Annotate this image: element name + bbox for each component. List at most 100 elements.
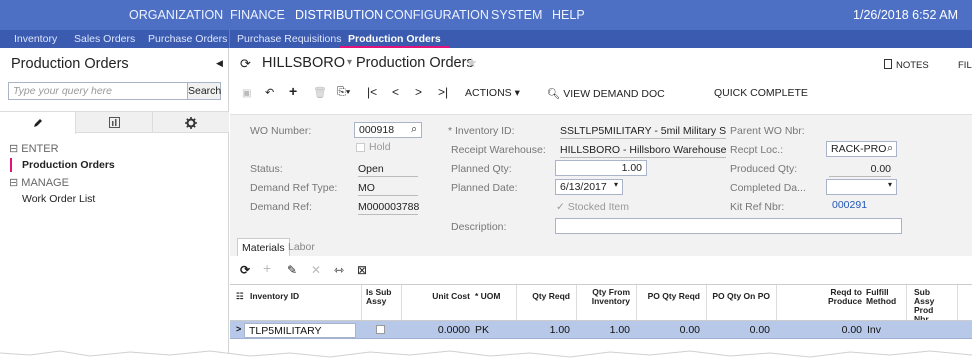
col-qty-reqd[interactable]: Qty Reqd (520, 292, 570, 301)
col-divider (906, 285, 907, 321)
row-unit-cost[interactable]: 0.0000 (426, 324, 470, 336)
col-sub-assy-prod-nbr[interactable]: Sub Assy Prod Nbr (914, 288, 950, 324)
undo-icon[interactable]: ↶ (265, 86, 274, 99)
subnav-purchase-orders[interactable]: Purchase Orders (148, 30, 227, 48)
wo-number-field[interactable]: 000918 ⌕ (354, 122, 422, 138)
nav-organization[interactable]: ORGANIZATION (129, 0, 223, 30)
recpt-loc-lookup-icon[interactable]: ⌕ (887, 142, 893, 155)
hold-checkbox[interactable] (356, 143, 365, 152)
receipt-warehouse-value[interactable]: HILLSBORO - Hillsboro Warehouse (560, 144, 726, 158)
delete-icon[interactable]: 🗑 (313, 86, 327, 99)
grid-refresh-icon[interactable]: ⟳ (240, 263, 250, 277)
table-row[interactable]: > TLP5MILITARY 0.0000 PK 1.00 1.00 0.00 … (230, 320, 972, 339)
tab-reports[interactable] (77, 112, 153, 133)
row-inventory-id-cell[interactable]: TLP5MILITARY (244, 323, 356, 338)
produced-qty-value[interactable]: 0.00 (829, 163, 891, 177)
date-dropdown-icon[interactable]: ▾ (614, 180, 618, 189)
stocked-item-checkbox[interactable]: ✓ Stocked Item (556, 201, 629, 213)
planned-qty-field[interactable]: 1.00 (555, 160, 647, 176)
favorite-star-icon[interactable]: ★ (466, 55, 478, 71)
save-icon[interactable]: ▣ (242, 88, 251, 99)
row-qty-from-inventory[interactable]: 1.00 (580, 324, 630, 336)
link-work-order-list[interactable]: Work Order List (22, 193, 95, 205)
grid-fit-columns-icon[interactable]: ⇿ (334, 263, 344, 277)
col-unit-cost[interactable]: Unit Cost (420, 292, 470, 301)
view-demand-doc-button[interactable]: 🔍︎ VIEW DEMAND DOC (547, 87, 665, 100)
col-fulfill-method[interactable]: Fulfill Method (866, 288, 902, 306)
subnav-production-orders[interactable]: Production Orders (340, 30, 449, 48)
search-input[interactable]: Type your query here (8, 82, 188, 100)
column-chooser-icon[interactable]: ☷ (236, 292, 244, 301)
col-uom[interactable]: * UOM (475, 292, 501, 301)
tab-materials[interactable]: Materials (237, 238, 290, 256)
demand-ref-type-value[interactable]: MO (358, 182, 418, 196)
add-icon[interactable]: + (289, 83, 297, 99)
subnav-purchase-requisitions[interactable]: Purchase Requisitions (237, 30, 341, 48)
copy-icon[interactable]: ⎘▾ (337, 86, 350, 99)
col-po-qty-on-po[interactable]: PO Qty On PO (710, 292, 770, 301)
grid-delete-icon[interactable]: ✕ (311, 263, 321, 277)
nav-help[interactable]: HELP (552, 0, 585, 30)
status-value[interactable]: Open (358, 163, 418, 177)
completed-date-field[interactable]: ▾ (826, 179, 897, 195)
grid-export-icon[interactable]: ⊠ (357, 263, 367, 277)
col-divider (636, 285, 637, 321)
nav-finance[interactable]: FINANCE (230, 0, 285, 30)
subnav-inventory[interactable]: Inventory (14, 30, 57, 48)
active-item-marker (10, 158, 12, 172)
search-button[interactable]: Search (188, 82, 221, 100)
files-button[interactable]: FIL (958, 60, 972, 71)
col-inventory-id[interactable]: Inventory ID (250, 292, 299, 301)
section-manage-label: MANAGE (21, 177, 69, 189)
nav-configuration[interactable]: CONFIGURATION (385, 0, 489, 30)
demand-ref-value[interactable]: M000003788 (358, 201, 419, 215)
toolbar: ▣ ↶ + 🗑 ⎘▾ |< < > >| ACTIONS ▾ 🔍︎ VIEW D… (230, 80, 972, 106)
nav-system[interactable]: SYSTEM (491, 0, 542, 30)
next-record-icon[interactable]: > (415, 85, 422, 99)
col-divider (401, 285, 402, 321)
last-record-icon[interactable]: >| (438, 85, 448, 99)
lookup-icon[interactable]: ⌕ (411, 123, 417, 136)
link-production-orders[interactable]: Production Orders (22, 159, 115, 171)
col-qty-from-inventory[interactable]: Qty From Inventory (580, 288, 630, 306)
row-po-qty-on-po[interactable]: 0.00 (710, 324, 770, 336)
previous-record-icon[interactable]: < (392, 85, 399, 99)
row-po-qty-reqd[interactable]: 0.00 (640, 324, 700, 336)
col-divider (957, 285, 958, 321)
sub-navigation: Inventory Sales Orders Purchase Orders P… (0, 30, 972, 48)
tab-edit[interactable] (0, 112, 76, 134)
row-uom[interactable]: PK (475, 324, 489, 336)
notes-button[interactable]: NOTES (896, 60, 929, 71)
completed-date-dropdown-icon[interactable]: ▾ (888, 180, 892, 189)
gear-icon (185, 116, 197, 129)
grid-add-icon[interactable]: + (263, 260, 271, 276)
row-fulfill-method[interactable]: Inv (867, 324, 881, 336)
section-manage[interactable]: ⊟ MANAGE (9, 176, 69, 189)
col-reqd-to-produce[interactable]: Reqd to Produce (816, 288, 862, 306)
refresh-icon[interactable]: ⟳ (240, 56, 251, 72)
kit-ref-link[interactable]: 000291 (832, 199, 867, 211)
collapse-panel-icon[interactable]: ◀ (216, 58, 223, 69)
row-reqd-to-produce[interactable]: 0.00 (816, 324, 862, 336)
col-divider (516, 285, 517, 321)
notes-icon[interactable] (884, 59, 892, 69)
inventory-id-value[interactable]: SSLTLP5MILITARY - 5mil Military Size F (560, 125, 726, 139)
subnav-sales-orders[interactable]: Sales Orders (74, 30, 135, 48)
datetime[interactable]: 1/26/2018 6:52 AM (853, 0, 958, 30)
section-enter[interactable]: ⊟ ENTER (9, 142, 59, 155)
quick-complete-button[interactable]: QUICK COMPLETE (714, 87, 808, 99)
description-field[interactable] (555, 218, 902, 234)
left-panel-tabs (0, 111, 229, 134)
col-po-qty-reqd[interactable]: PO Qty Reqd (640, 292, 700, 301)
col-is-sub-assy[interactable]: Is Sub Assy (366, 288, 396, 306)
recpt-loc-field[interactable]: RACK-PRO ⌕ (826, 141, 897, 157)
grid-edit-icon[interactable]: ✎ (287, 263, 297, 277)
actions-menu[interactable]: ACTIONS ▾ (465, 87, 520, 99)
planned-date-field[interactable]: 6/13/2017 ▾ (555, 179, 623, 195)
row-is-sub-assy-checkbox[interactable] (376, 325, 385, 334)
row-qty-reqd[interactable]: 1.00 (520, 324, 570, 336)
nav-distribution[interactable]: DISTRIBUTION (295, 0, 383, 30)
tab-settings[interactable] (153, 112, 229, 133)
first-record-icon[interactable]: |< (367, 85, 377, 99)
tab-labor[interactable]: Labor (284, 238, 319, 256)
